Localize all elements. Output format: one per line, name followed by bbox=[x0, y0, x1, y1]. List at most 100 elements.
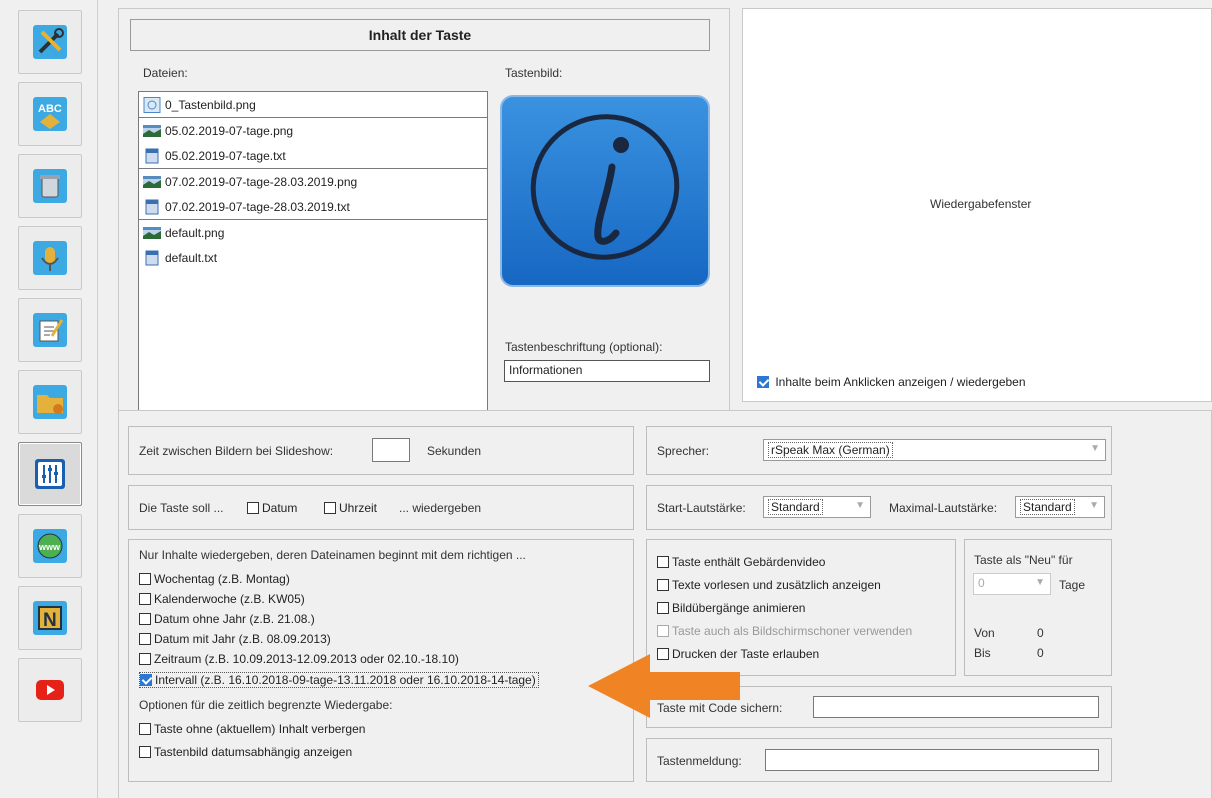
slideshow-label: Zeit zwischen Bildern bei Slideshow: bbox=[139, 444, 334, 458]
checkbox-icon[interactable] bbox=[657, 556, 669, 568]
microphone-icon bbox=[33, 241, 67, 275]
new-days-value: 0 bbox=[978, 576, 985, 590]
text-file-icon bbox=[145, 199, 159, 214]
abc-button[interactable]: ABC bbox=[18, 82, 82, 146]
list-item[interactable]: 05.02.2019-07-tage.txt bbox=[139, 143, 487, 168]
speaker-label: Sprecher: bbox=[657, 444, 710, 458]
svg-text:www: www bbox=[38, 542, 61, 552]
checkbox-icon[interactable] bbox=[139, 723, 151, 735]
new-days-unit: Tage bbox=[1059, 578, 1086, 592]
file-name: 0_Tastenbild.png bbox=[165, 97, 256, 112]
chevron-down-icon: ▼ bbox=[1090, 443, 1100, 454]
checkbox-icon[interactable] bbox=[139, 573, 151, 585]
checkbox-icon[interactable] bbox=[139, 653, 151, 665]
key-option-label: Taste enthält Gebärdenvideo bbox=[672, 555, 826, 569]
start-volume-select[interactable]: Standard ▼ bbox=[763, 496, 871, 518]
playback-window-label: Wiedergabefenster bbox=[930, 197, 1032, 211]
trash-icon bbox=[33, 169, 67, 203]
filter-option[interactable]: Datum mit Jahr (z.B. 08.09.2013) bbox=[139, 632, 331, 646]
key-option[interactable]: Texte vorlesen und zusätzlich anzeigen bbox=[657, 578, 881, 592]
folder-icon bbox=[33, 385, 67, 419]
tools-button[interactable] bbox=[18, 10, 82, 74]
file-group: 07.02.2019-07-tage-28.03.2019.png 07.02.… bbox=[139, 169, 487, 220]
list-item[interactable]: 0_Tastenbild.png bbox=[139, 92, 487, 117]
file-group: 0_Tastenbild.png bbox=[139, 92, 487, 118]
filter-option[interactable]: Datum ohne Jahr (z.B. 21.08.) bbox=[139, 612, 315, 626]
key-option[interactable]: Taste enthält Gebärdenvideo bbox=[657, 555, 825, 569]
key-option-label: Texte vorlesen und zusätzlich anzeigen bbox=[672, 578, 881, 592]
checkbox-icon[interactable] bbox=[657, 579, 669, 591]
filter-option[interactable]: Zeitraum (z.B. 10.09.2013-12.09.2013 ode… bbox=[139, 652, 459, 666]
text-file-icon bbox=[145, 148, 159, 163]
checkbox-checked-icon[interactable] bbox=[140, 674, 152, 686]
secure-code-input[interactable] bbox=[813, 696, 1099, 718]
folder-button[interactable] bbox=[18, 370, 82, 434]
abc-icon: ABC bbox=[33, 97, 67, 131]
filename-filter-panel: Nur Inhalte wiedergeben, deren Dateiname… bbox=[128, 539, 634, 782]
n-icon: N bbox=[33, 601, 67, 635]
list-item[interactable]: 05.02.2019-07-tage.png bbox=[139, 118, 487, 143]
file-name: 07.02.2019-07-tage-28.03.2019.txt bbox=[165, 199, 350, 214]
limited-option[interactable]: Tastenbild datumsabhängig anzeigen bbox=[139, 745, 352, 759]
checkbox-icon[interactable] bbox=[139, 613, 151, 625]
filter-option[interactable]: Kalenderwoche (z.B. KW05) bbox=[139, 592, 305, 606]
slideshow-seconds-input[interactable] bbox=[372, 438, 410, 462]
key-option[interactable]: Bildübergänge animieren bbox=[657, 601, 805, 615]
limited-option[interactable]: Taste ohne (aktuellem) Inhalt verbergen bbox=[139, 722, 365, 736]
svg-text:N: N bbox=[43, 610, 57, 631]
filter-option-label: Intervall (z.B. 16.10.2018-09-tage-13.11… bbox=[155, 673, 536, 687]
show-prefix: Die Taste soll ... bbox=[139, 501, 224, 515]
max-volume-select[interactable]: Standard ▼ bbox=[1015, 496, 1105, 518]
message-panel: Tastenmeldung: bbox=[646, 738, 1112, 782]
checkbox-icon[interactable] bbox=[657, 602, 669, 614]
youtube-icon bbox=[36, 680, 64, 700]
n-button[interactable]: N bbox=[18, 586, 82, 650]
file-name: default.txt bbox=[165, 250, 218, 265]
equalizer-button[interactable] bbox=[18, 442, 82, 506]
show-time-option[interactable]: Uhrzeit bbox=[324, 501, 377, 515]
edit-button[interactable] bbox=[18, 298, 82, 362]
microphone-button[interactable] bbox=[18, 226, 82, 290]
show-on-click-option[interactable]: Inhalte beim Anklicken anzeigen / wieder… bbox=[757, 375, 1026, 389]
key-image[interactable] bbox=[500, 95, 710, 287]
list-item[interactable]: 07.02.2019-07-tage-28.03.2019.png bbox=[139, 169, 487, 194]
filter-option[interactable]: Wochentag (z.B. Montag) bbox=[139, 572, 290, 586]
max-volume-label: Maximal-Lautstärke: bbox=[889, 501, 998, 515]
checkbox-icon[interactable] bbox=[139, 746, 151, 758]
checkbox-icon[interactable] bbox=[139, 593, 151, 605]
file-list[interactable]: 0_Tastenbild.png 05.02.2019-07-tage.png … bbox=[138, 91, 488, 415]
trash-button[interactable] bbox=[18, 154, 82, 218]
checkbox-icon[interactable] bbox=[247, 502, 259, 514]
file-name: 05.02.2019-07-tage.txt bbox=[165, 148, 286, 163]
speaker-panel: Sprecher: rSpeak Max (German) ▼ bbox=[646, 426, 1112, 475]
list-item[interactable]: 07.02.2019-07-tage-28.03.2019.txt bbox=[139, 194, 487, 219]
from-label: Von bbox=[974, 626, 995, 640]
youtube-button[interactable] bbox=[18, 658, 82, 722]
content-title-bar: Inhalt der Taste bbox=[130, 19, 710, 51]
checkbox-checked-icon[interactable] bbox=[757, 376, 769, 388]
checkbox-icon[interactable] bbox=[139, 633, 151, 645]
toolbar: ABC www N bbox=[0, 0, 98, 798]
list-item[interactable]: default.txt bbox=[139, 245, 487, 270]
new-days-select[interactable]: 0 ▼ bbox=[973, 573, 1051, 595]
message-label: Tastenmeldung: bbox=[657, 754, 742, 768]
filter-option-label: Kalenderwoche (z.B. KW05) bbox=[154, 592, 305, 606]
checkbox-icon[interactable] bbox=[324, 502, 336, 514]
show-on-click-label: Inhalte beim Anklicken anzeigen / wieder… bbox=[775, 375, 1026, 389]
show-suffix: ... wiedergeben bbox=[399, 501, 482, 515]
filter-option-label: Zeitraum (z.B. 10.09.2013-12.09.2013 ode… bbox=[154, 652, 459, 666]
speaker-value: rSpeak Max (German) bbox=[768, 442, 893, 458]
filter-option-label: Datum ohne Jahr (z.B. 21.08.) bbox=[154, 612, 315, 626]
show-date-option[interactable]: Datum bbox=[247, 501, 297, 515]
caption-input[interactable]: Informationen bbox=[504, 360, 710, 382]
www-button[interactable]: www bbox=[18, 514, 82, 578]
message-input[interactable] bbox=[765, 749, 1099, 771]
max-volume-value: Standard bbox=[1020, 499, 1075, 515]
list-item[interactable]: default.png bbox=[139, 220, 487, 245]
start-volume-label: Start-Lautstärke: bbox=[657, 501, 746, 515]
new-panel: Taste als "Neu" für 0 ▼ Tage Von 0 Bis 0 bbox=[964, 539, 1112, 676]
to-label: Bis bbox=[974, 646, 991, 660]
filter-option-interval[interactable]: Intervall (z.B. 16.10.2018-09-tage-13.11… bbox=[139, 672, 539, 688]
speaker-select[interactable]: rSpeak Max (German) ▼ bbox=[763, 439, 1106, 461]
svg-text:ABC: ABC bbox=[38, 103, 62, 115]
